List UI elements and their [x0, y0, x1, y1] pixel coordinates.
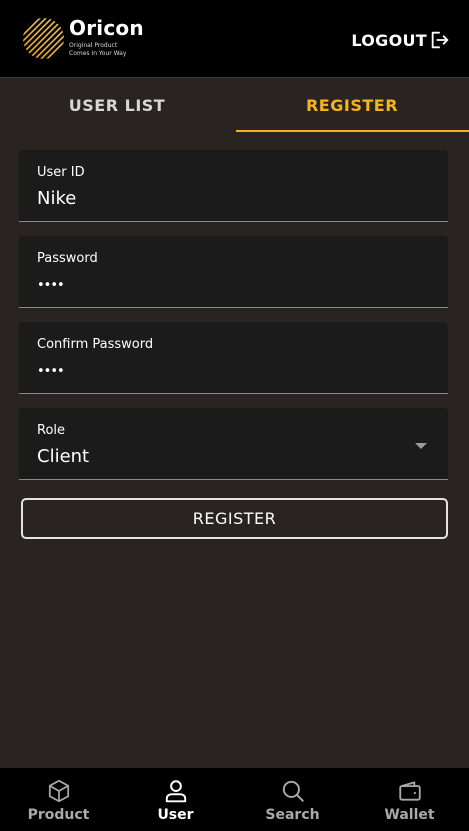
nav-label-search: Search — [265, 807, 320, 823]
brand-tagline-line2: Comes In Your Way — [69, 50, 127, 57]
nav-item-user[interactable]: User — [117, 768, 234, 831]
user-id-value[interactable]: Nike — [37, 188, 76, 209]
nav-item-wallet[interactable]: Wallet — [351, 768, 468, 831]
box-icon — [48, 779, 69, 803]
search-icon — [282, 780, 304, 802]
confirm-password-label: Confirm Password — [37, 337, 154, 352]
active-tab-indicator — [236, 130, 469, 132]
brand-logo: Oricon Original Product Comes In Your Wa… — [22, 16, 152, 63]
password-field[interactable]: Password •••• — [19, 236, 448, 308]
tab-bar: USER LIST REGISTER — [0, 79, 469, 132]
user-icon — [165, 780, 186, 803]
logout-label: LOGOUT — [351, 30, 427, 50]
logout-button[interactable]: LOGOUT — [351, 28, 451, 52]
user-id-label: User ID — [37, 165, 85, 180]
nav-label-product: Product — [27, 807, 90, 823]
nav-label-wallet: Wallet — [384, 807, 435, 823]
nav-item-product[interactable]: Product — [0, 768, 117, 831]
brand-name: Oricon — [69, 16, 144, 40]
dropdown-arrow-icon[interactable] — [415, 443, 427, 449]
password-value[interactable]: •••• — [37, 278, 65, 293]
nav-label-user: User — [157, 807, 194, 823]
confirm-password-field[interactable]: Confirm Password •••• — [19, 322, 448, 394]
role-value[interactable]: Client — [37, 446, 89, 467]
app-header: Oricon Original Product Comes In Your Wa… — [0, 0, 469, 78]
nav-item-search[interactable]: Search — [234, 768, 351, 831]
password-label: Password — [37, 251, 98, 266]
logo-mark-icon — [23, 18, 64, 59]
register-button[interactable]: REGISTER — [21, 498, 448, 539]
role-label: Role — [37, 423, 66, 438]
confirm-password-value[interactable]: •••• — [37, 364, 65, 379]
logout-icon — [431, 31, 449, 49]
brand-tagline-line1: Original Product — [69, 42, 118, 49]
bottom-nav: Product User Search Wallet — [0, 768, 469, 831]
brand-tagline: Original Product Comes In Your Way — [69, 42, 149, 58]
user-id-field[interactable]: User ID Nike — [19, 150, 448, 222]
role-select[interactable]: Role Client — [19, 408, 448, 480]
wallet-icon — [398, 781, 421, 801]
tab-register[interactable]: REGISTER — [235, 79, 469, 132]
tab-user-list[interactable]: USER LIST — [0, 79, 234, 132]
